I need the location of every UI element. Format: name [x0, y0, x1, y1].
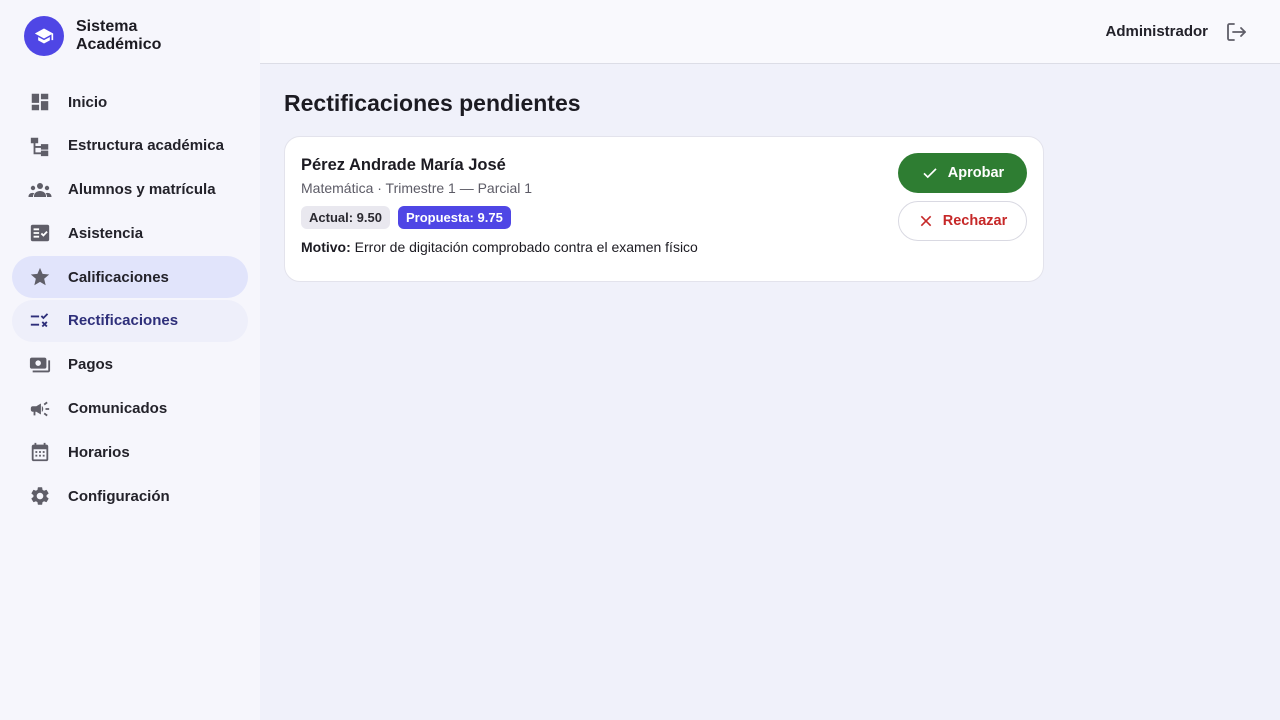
approve-button[interactable]: Aprobar: [898, 153, 1027, 193]
gear-icon: [28, 484, 52, 508]
proposed-grade-chip: Propuesta: 9.75: [397, 206, 511, 229]
calendar-icon: [28, 440, 52, 464]
group-icon: [28, 178, 52, 202]
current-grade-chip: Actual: 9.50: [301, 206, 390, 229]
rule-icon: [28, 309, 52, 333]
approve-label: Aprobar: [947, 165, 1005, 181]
sidebar-nav: Inicio Estructura académica Alumnos y ma…: [12, 81, 248, 519]
sidebar-item-calificaciones[interactable]: Calificaciones: [12, 256, 248, 299]
hierarchy-icon: [28, 134, 52, 158]
user-name[interactable]: Administrador: [1105, 23, 1208, 40]
rectification-card: Pérez Andrade María José Matemática · Tr…: [284, 136, 1044, 282]
sidebar-item-pagos[interactable]: Pagos: [12, 344, 248, 386]
sidebar-item-configuracion[interactable]: Configuración: [12, 475, 248, 517]
sidebar-item-label: Rectificaciones: [68, 312, 179, 330]
sidebar-item-label: Alumnos y matrícula: [68, 181, 216, 199]
megaphone-icon: [28, 397, 52, 421]
dashboard-icon: [28, 90, 52, 114]
checklist-icon: [28, 221, 52, 245]
sidebar-item-estructura[interactable]: Estructura académica: [12, 125, 248, 167]
payments-icon: [28, 353, 52, 377]
page-title: Rectificaciones pendientes: [284, 90, 581, 116]
star-icon: [28, 265, 52, 289]
check-icon: [923, 168, 937, 179]
reason: Motivo: Error de digitación comprobado c…: [301, 239, 698, 255]
sidebar-item-label: Inicio: [68, 93, 108, 111]
brand[interactable]: Sistema Académico: [24, 16, 186, 56]
sidebar-item-comunicados[interactable]: Comunicados: [12, 388, 248, 430]
sidebar-item-label: Pagos: [68, 356, 114, 374]
sidebar-item-rectificaciones[interactable]: Rectificaciones: [12, 299, 248, 342]
student-name: Pérez Andrade María José: [301, 156, 506, 174]
logout-icon[interactable]: [1224, 20, 1248, 44]
sidebar-item-horarios[interactable]: Horarios: [12, 431, 248, 473]
reason-label: Motivo:: [301, 239, 351, 255]
grade-chips: Actual: 9.50 Propuesta: 9.75: [301, 206, 519, 229]
reject-label: Rechazar: [942, 213, 1008, 229]
sidebar: Sistema Académico Inicio Estructura acad…: [0, 0, 260, 720]
sidebar-item-label: Estructura académica: [68, 137, 224, 155]
sidebar-item-label: Calificaciones: [68, 268, 169, 286]
sidebar-item-alumnos[interactable]: Alumnos y matrícula: [12, 169, 248, 211]
sidebar-item-label: Configuración: [68, 487, 170, 505]
subject-period: Matemática · Trimestre 1 — Parcial 1: [301, 180, 533, 196]
sidebar-item-label: Asistencia: [68, 224, 144, 242]
reason-text: Error de digitación comprobado contra el…: [354, 239, 698, 255]
sidebar-item-label: Horarios: [68, 443, 130, 461]
sidebar-item-asistencia[interactable]: Asistencia: [12, 212, 248, 254]
top-bar: Administrador: [260, 0, 1280, 64]
brand-title: Sistema Académico: [76, 18, 162, 53]
sidebar-item-inicio[interactable]: Inicio: [12, 81, 248, 123]
close-icon: [920, 215, 931, 227]
graduation-cap-icon: [24, 16, 64, 56]
reject-button[interactable]: Rechazar: [898, 201, 1027, 241]
sidebar-item-label: Comunicados: [68, 400, 168, 418]
